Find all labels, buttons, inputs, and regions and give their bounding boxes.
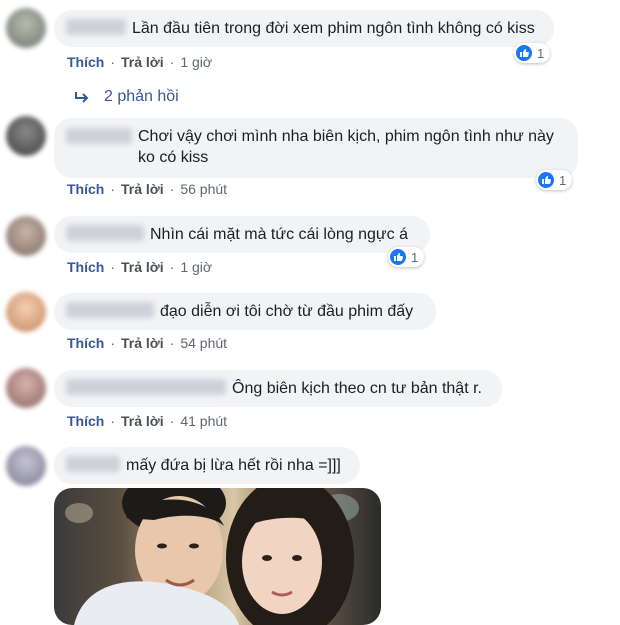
separator: ·: [169, 259, 175, 275]
separator: ·: [110, 181, 116, 197]
timestamp[interactable]: 1 giờ: [180, 54, 212, 70]
couple-photo-illustration: [65, 488, 359, 625]
comment-text: đạo diễn ơi tôi chờ từ đầu phim đấy: [160, 303, 414, 320]
separator: ·: [169, 54, 175, 70]
comment-photo[interactable]: [54, 488, 381, 625]
reaction-number: 1: [559, 172, 567, 188]
comment-bubble: đạo diễn ơi tôi chờ từ đầu phim đấy: [54, 293, 436, 330]
avatar[interactable]: [6, 368, 46, 408]
separator: ·: [169, 413, 175, 429]
like-icon: [390, 249, 406, 265]
comment-text: Nhìn cái mặt mà tức cái lòng ngực á: [150, 226, 408, 243]
reaction-count[interactable]: 1: [388, 247, 425, 267]
comment-actions: Thích · Trả lời · 54 phút: [67, 335, 227, 351]
reply-link[interactable]: Trả lời: [121, 54, 164, 70]
comment-bubble: Chơi vậy chơi mình nha biên kịch, phim n…: [54, 118, 578, 178]
like-link[interactable]: Thích: [67, 259, 104, 275]
replies-label[interactable]: 2 phản hồi: [104, 88, 179, 106]
separator: ·: [110, 335, 116, 351]
reply-link[interactable]: Trả lời: [121, 335, 164, 351]
like-icon: [516, 45, 532, 61]
comment-text: mấy đứa bị lừa hết rồi nha =]]]: [126, 457, 341, 474]
separator: ·: [169, 335, 175, 351]
reaction-count[interactable]: 1: [514, 43, 551, 63]
timestamp[interactable]: 54 phút: [180, 335, 227, 351]
blurred-author-name[interactable]: [66, 302, 154, 318]
timestamp[interactable]: 41 phút: [180, 413, 227, 429]
blurred-author-name[interactable]: [66, 128, 132, 144]
blurred-author-name[interactable]: [66, 456, 120, 472]
blurred-author-name[interactable]: [66, 379, 226, 395]
avatar[interactable]: [6, 8, 46, 48]
separator: ·: [110, 259, 116, 275]
reply-link[interactable]: Trả lời: [121, 181, 164, 197]
reaction-number: 1: [537, 45, 545, 61]
timestamp[interactable]: 56 phút: [180, 181, 227, 197]
like-icon: [538, 172, 554, 188]
like-link[interactable]: Thích: [67, 413, 104, 429]
reaction-number: 1: [411, 249, 419, 265]
view-replies-link[interactable]: 2 phản hồi: [74, 88, 179, 106]
like-link[interactable]: Thích: [67, 181, 104, 197]
comment-text: Lần đầu tiên trong đời xem phim ngôn tìn…: [132, 20, 535, 37]
like-link[interactable]: Thích: [67, 335, 104, 351]
avatar[interactable]: [6, 446, 46, 486]
separator: ·: [110, 413, 116, 429]
comment-text: Ông biên kịch theo cn tư bản thật r.: [232, 380, 482, 397]
blurred-author-name[interactable]: [66, 225, 144, 241]
reply-link[interactable]: Trả lời: [121, 259, 164, 275]
comment-actions: Thích · Trả lời · 1 giờ: [67, 259, 212, 275]
separator: ·: [169, 181, 175, 197]
avatar[interactable]: [6, 216, 46, 256]
avatar[interactable]: [6, 116, 46, 156]
reaction-count[interactable]: 1: [536, 170, 573, 190]
comment-text: Chơi vậy chơi mình nha biên kịch, phim n…: [138, 128, 554, 166]
comment-bubble: mấy đứa bị lừa hết rồi nha =]]]: [54, 447, 360, 484]
timestamp[interactable]: 1 giờ: [180, 259, 212, 275]
avatar[interactable]: [6, 292, 46, 332]
like-link[interactable]: Thích: [67, 54, 104, 70]
comment-actions: Thích · Trả lời · 1 giờ: [67, 54, 212, 70]
reply-arrow-icon: [75, 92, 89, 103]
comment-bubble: Nhìn cái mặt mà tức cái lòng ngực á: [54, 216, 430, 253]
comment-actions: Thích · Trả lời · 41 phút: [67, 413, 227, 429]
comment-bubble: Lần đầu tiên trong đời xem phim ngôn tìn…: [54, 10, 554, 47]
separator: ·: [110, 54, 116, 70]
reply-link[interactable]: Trả lời: [121, 413, 164, 429]
comment-actions: Thích · Trả lời · 56 phút: [67, 181, 227, 197]
comment-bubble: Ông biên kịch theo cn tư bản thật r.: [54, 370, 502, 407]
blurred-author-name[interactable]: [66, 19, 126, 35]
